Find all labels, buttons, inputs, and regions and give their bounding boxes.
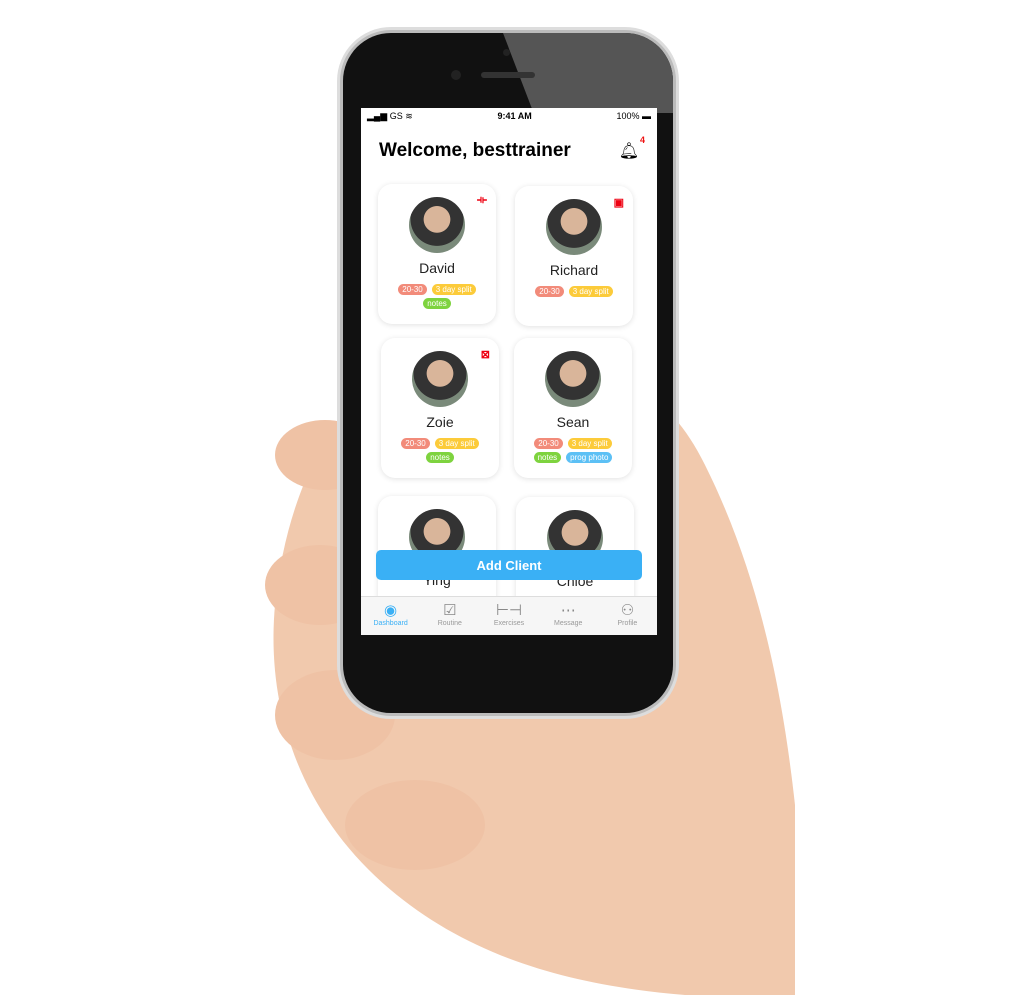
profile-icon: ⚇	[620, 602, 635, 619]
app-screen: ▂▄▆ GS ≋ 9:41 AM 100% ▬ Welcome, besttra…	[361, 108, 657, 635]
tag: 20-30	[534, 438, 563, 449]
avatar	[409, 197, 465, 253]
bell-icon: 🔔︎	[618, 143, 639, 160]
signal-icon: ▂▄▆	[367, 110, 390, 121]
wifi-icon: ≋	[405, 110, 413, 121]
client-card[interactable]: ▣ Richard 20-30 3 day split	[515, 186, 633, 326]
tag-list: 20-30 3 day split notes	[381, 438, 499, 463]
tab-label: Routine	[437, 620, 462, 627]
tag: 20-30	[398, 284, 427, 295]
client-name: Sean	[556, 414, 590, 430]
client-card[interactable]: Sean 20-30 3 day split notes prog photo	[514, 338, 632, 478]
tag-list: 20-30 3 day split notes prog photo	[514, 438, 632, 463]
tag: 3 day split	[434, 438, 479, 449]
client-name: Zoie	[426, 414, 454, 430]
tab-bar: ◉ Dashboard ☑ Routine ⊢⊣ Exercises ⋯ Message ⚇ Pr…	[361, 596, 657, 635]
dashboard-icon: ◉	[384, 602, 398, 619]
checkbox-icon: ☑	[443, 602, 457, 619]
front-camera	[451, 70, 461, 80]
add-client-button[interactable]: Add Client	[376, 550, 642, 580]
tag: 20-30	[401, 438, 430, 449]
client-card[interactable]: ⟛ David 20-30 3 day split notes	[378, 184, 496, 324]
tag-list: 20-30 3 day split	[515, 286, 633, 297]
tag: 3 day split	[431, 284, 476, 295]
tag: notes	[426, 452, 454, 463]
tag: 20-30	[535, 286, 564, 297]
client-name: Richard	[549, 262, 599, 278]
tag: 3 day split	[568, 286, 613, 297]
carrier: GS	[389, 110, 403, 121]
dumbbell-icon: ⊢⊣	[495, 602, 523, 619]
tag: 3 day split	[567, 438, 612, 449]
tab-routine[interactable]: ☑ Routine	[420, 597, 479, 635]
sensor	[503, 49, 510, 56]
dumbbell-icon[interactable]: ⟛	[477, 194, 487, 207]
tab-message[interactable]: ⋯ Message	[539, 597, 598, 635]
tab-exercises[interactable]: ⊢⊣ Exercises	[479, 597, 538, 635]
tab-profile[interactable]: ⚇ Profile	[598, 597, 657, 635]
tab-label: Message	[554, 620, 583, 627]
robot-icon[interactable]: ▣	[614, 196, 624, 209]
page-title: Welcome, besttrainer	[379, 140, 571, 161]
avatar	[412, 351, 468, 407]
battery-icon: ▬	[641, 111, 651, 121]
tab-label: Exercises	[493, 620, 525, 627]
battery-level: 100%	[616, 111, 640, 121]
tag: notes	[533, 452, 562, 463]
client-name: David	[419, 260, 455, 276]
speaker	[481, 72, 535, 78]
notifications-button[interactable]: 🔔︎ 4	[618, 135, 645, 161]
tag-list: 20-30 3 day split notes	[378, 284, 496, 309]
tab-label: Dashboard	[373, 620, 408, 627]
tab-dashboard[interactable]: ◉ Dashboard	[361, 597, 420, 635]
clock: 9:41 AM	[497, 111, 532, 121]
avatar	[545, 351, 601, 407]
client-card[interactable]: ⊠ Zoie 20-30 3 day split notes	[381, 338, 499, 478]
notification-badge: 4	[639, 135, 645, 145]
tag: notes	[423, 298, 451, 309]
avatar	[546, 199, 602, 255]
close-box-icon[interactable]: ⊠	[481, 348, 490, 361]
tag: prog photo	[566, 452, 613, 463]
status-bar: ▂▄▆ GS ≋ 9:41 AM 100% ▬	[361, 108, 657, 124]
tab-label: Profile	[617, 620, 638, 627]
message-icon: ⋯	[560, 602, 576, 619]
